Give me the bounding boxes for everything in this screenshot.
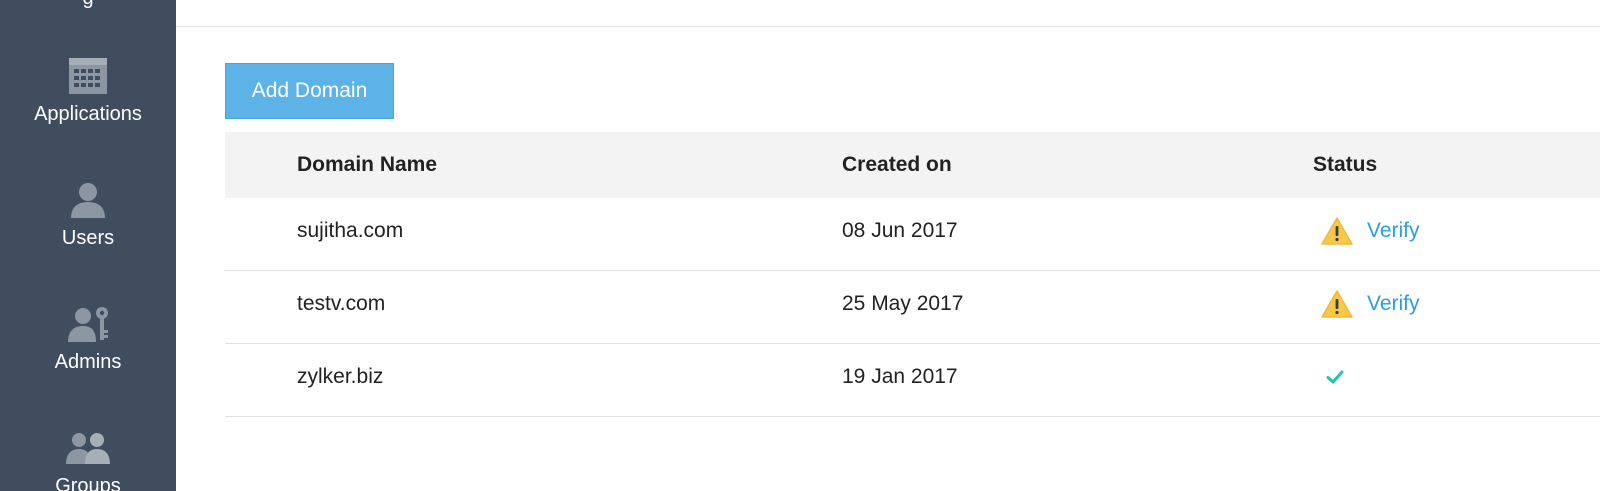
add-domain-button[interactable]: Add Domain [225, 63, 394, 119]
warning-icon [1321, 217, 1353, 245]
column-header-status: Status [1313, 153, 1378, 176]
applications-grid-icon [69, 58, 107, 94]
table-header: Domain Name Created on Status [225, 132, 1600, 198]
created-on-cell: 08 Jun 2017 [842, 219, 958, 242]
domain-name-cell: testv.com [297, 292, 386, 315]
table-row: sujitha.com 08 Jun 2017 Verify [225, 198, 1600, 271]
sidebar-item-label: Users [61, 227, 115, 249]
sidebar-item-partial-label: g [0, 0, 176, 10]
domain-name-cell: zylker.biz [297, 365, 384, 388]
header-divider [176, 26, 1600, 27]
column-header-domain-name: Domain Name [297, 153, 438, 176]
status-cell: Verify [1321, 198, 1420, 264]
sidebar-item-applications[interactable]: Applications [0, 54, 176, 126]
status-cell [1321, 344, 1345, 410]
verify-link[interactable]: Verify [1367, 219, 1420, 243]
groups-icon [66, 433, 110, 464]
warning-icon [1321, 290, 1353, 318]
sidebar: g Applications Users A [0, 0, 176, 491]
sidebar-item-label: Groups [55, 475, 121, 491]
sidebar-item-users[interactable]: Users [0, 178, 176, 250]
status-cell: Verify [1321, 271, 1420, 337]
column-header-created-on: Created on [842, 153, 952, 176]
table-row: zylker.biz 19 Jan 2017 [225, 344, 1600, 417]
created-on-cell: 19 Jan 2017 [842, 365, 958, 388]
admin-key-icon [68, 307, 108, 342]
created-on-cell: 25 May 2017 [842, 292, 964, 315]
sidebar-item-admins[interactable]: Admins [0, 302, 176, 374]
check-icon [1326, 370, 1344, 384]
user-icon [71, 183, 105, 218]
sidebar-item-label: Applications [34, 103, 142, 125]
sidebar-item-groups[interactable]: Groups [0, 426, 176, 491]
domains-table: Domain Name Created on Status sujitha.co… [225, 132, 1600, 417]
domain-name-cell: sujitha.com [297, 219, 404, 242]
verify-link[interactable]: Verify [1367, 292, 1420, 316]
sidebar-item-label: Admins [54, 351, 122, 373]
table-row: testv.com 25 May 2017 Verify [225, 271, 1600, 344]
